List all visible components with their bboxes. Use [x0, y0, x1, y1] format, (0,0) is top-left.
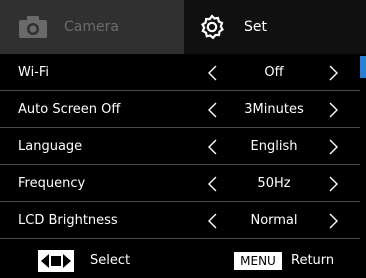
- tab-bar: Camera Set: [0, 0, 366, 54]
- select-hint-label: Select: [90, 253, 131, 268]
- footer-bar: Select MENU Return: [0, 243, 366, 278]
- scrollbar[interactable]: [360, 56, 366, 242]
- chevron-right-icon[interactable]: [328, 176, 340, 192]
- setting-name: Wi-Fi: [18, 65, 50, 80]
- setting-row-lcd-brightness[interactable]: LCD Brightness Normal: [0, 202, 360, 239]
- setting-name: LCD Brightness: [18, 213, 118, 228]
- setting-value: Off: [264, 65, 284, 80]
- return-hint-label: Return: [291, 253, 335, 268]
- tab-set[interactable]: Set: [184, 0, 366, 54]
- setting-name: Language: [18, 139, 83, 154]
- chevron-left-icon[interactable]: [206, 139, 218, 155]
- gear-icon: [198, 13, 226, 41]
- camera-icon: [18, 15, 48, 39]
- setting-value: English: [250, 139, 298, 154]
- dpad-left-right-icon: [38, 250, 74, 272]
- tab-camera-label: Camera: [64, 19, 119, 35]
- chevron-left-icon[interactable]: [206, 213, 218, 229]
- tab-camera[interactable]: Camera: [0, 0, 184, 54]
- menu-key-badge: MENU: [234, 252, 282, 270]
- setting-row-frequency[interactable]: Frequency 50Hz: [0, 165, 360, 202]
- chevron-left-icon[interactable]: [206, 65, 218, 81]
- chevron-right-icon[interactable]: [328, 213, 340, 229]
- chevron-right-icon[interactable]: [328, 102, 340, 118]
- setting-row-auto-screen-off[interactable]: Auto Screen Off 3Minutes: [0, 91, 360, 128]
- chevron-left-icon[interactable]: [206, 102, 218, 118]
- setting-row-wifi[interactable]: Wi-Fi Off: [0, 54, 360, 91]
- setting-value: Normal: [250, 213, 298, 228]
- setting-row-language[interactable]: Language English: [0, 128, 360, 165]
- chevron-right-icon[interactable]: [328, 65, 340, 81]
- tab-set-label: Set: [244, 19, 267, 35]
- setting-name: Frequency: [18, 176, 86, 191]
- setting-value: 3Minutes: [244, 102, 304, 117]
- scrollbar-thumb[interactable]: [360, 56, 366, 78]
- chevron-right-icon[interactable]: [328, 139, 340, 155]
- settings-list: Wi-Fi Off Auto Screen Off 3Minutes Langu…: [0, 54, 360, 239]
- setting-name: Auto Screen Off: [18, 102, 121, 117]
- setting-value: 50Hz: [257, 176, 291, 191]
- chevron-left-icon[interactable]: [206, 176, 218, 192]
